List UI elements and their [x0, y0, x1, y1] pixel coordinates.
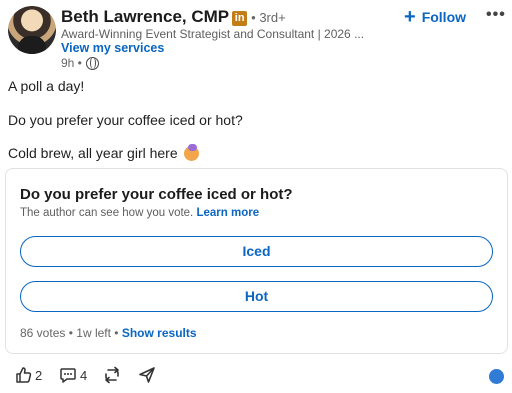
show-results-link[interactable]: Show results — [122, 326, 197, 340]
author-headline: Award-Winning Event Strategist and Consu… — [61, 27, 365, 41]
author-name[interactable]: Beth Lawrence, CMP in • 3rd+ — [61, 7, 286, 27]
vote-count: 86 votes — [20, 326, 66, 340]
social-action-bar: 2 4 — [0, 366, 512, 388]
like-count: 2 — [35, 367, 43, 383]
post-text: Cold brew, all year girl here — [8, 145, 178, 161]
poll-option-iced[interactable]: Iced — [20, 236, 493, 267]
post-text-line: A poll a day! — [8, 78, 85, 94]
poll-question: Do you prefer your coffee iced or hot? — [20, 186, 293, 203]
author-avatar[interactable] — [8, 6, 56, 54]
send-button[interactable] — [138, 366, 156, 384]
post-time: 9h • — [61, 56, 99, 70]
separator-dot: • — [114, 326, 119, 340]
more-options-button[interactable]: ••• — [486, 6, 506, 24]
post-text-line: Do you prefer your coffee iced or hot? — [8, 112, 243, 128]
repost-icon — [105, 366, 119, 384]
like-button[interactable]: 2 — [14, 366, 42, 384]
follow-button[interactable]: + Follow — [404, 6, 467, 28]
connection-degree: • 3rd+ — [251, 10, 286, 25]
time-left: 1w left — [76, 326, 111, 340]
comment-icon — [60, 368, 76, 383]
plus-icon: + — [404, 6, 416, 28]
post-header: Beth Lawrence, CMP in • 3rd+ Award-Winning… — [0, 0, 512, 72]
person-raising-hand-emoji-icon — [183, 144, 199, 161]
author-name-text[interactable]: Beth Lawrence, CMP — [61, 7, 229, 26]
poll-option-hot[interactable]: Hot — [20, 281, 493, 312]
post-text-line-with-emoji: Cold brew, all year girl here — [8, 144, 199, 161]
poll-card: Do you prefer your coffee iced or hot? T… — [5, 168, 508, 354]
follow-label: Follow — [421, 9, 467, 25]
reaction-icon[interactable] — [489, 369, 504, 384]
globe-icon — [85, 56, 99, 70]
poll-privacy-note: The author can see how you vote. Learn m… — [20, 207, 259, 219]
comment-count: 4 — [80, 367, 88, 383]
comment-button[interactable]: 4 — [59, 366, 87, 384]
poll-note-text: The author can see how you vote. — [20, 207, 194, 219]
send-icon — [139, 367, 155, 383]
separator-dot: • — [68, 326, 73, 340]
learn-more-link[interactable]: Learn more — [196, 207, 259, 219]
thumbs-up-icon — [16, 367, 32, 383]
linkedin-premium-icon: in — [232, 11, 248, 26]
post-timestamp: 9h • — [61, 56, 82, 70]
repost-button[interactable] — [103, 366, 121, 384]
poll-footer: 86 votes • 1w left • Show results — [20, 326, 197, 340]
view-services-link[interactable]: View my services — [61, 41, 164, 55]
